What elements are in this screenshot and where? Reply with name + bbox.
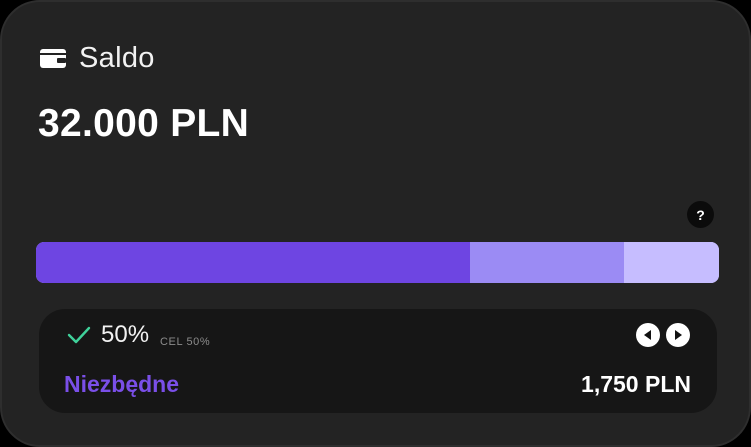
balance-amount: 32.000 PLN: [38, 102, 250, 145]
chevron-left-icon: [644, 330, 651, 340]
progress-bar: [36, 242, 719, 283]
next-button[interactable]: [666, 323, 690, 347]
balance-card: Saldo 32.000 PLN ? 50% CEL 50% Niezbędne…: [0, 0, 751, 447]
progress-segment-2: [470, 242, 625, 283]
goal-label: CEL 50%: [160, 336, 211, 348]
category-name: Niezbędne: [64, 371, 180, 397]
category-amount: 1,750 PLN: [581, 371, 691, 397]
wallet-icon: [40, 49, 66, 68]
check-icon: [67, 326, 91, 344]
progress-percent: 50%: [101, 321, 150, 348]
chevron-right-icon: [675, 330, 682, 340]
previous-button[interactable]: [636, 323, 660, 347]
progress-segment-1: [36, 242, 471, 283]
card-header: Saldo: [39, 40, 155, 76]
progress-segment-3: [624, 242, 719, 283]
card-title: Saldo: [79, 41, 155, 74]
category-detail-panel: 50% CEL 50% Niezbędne 1,750 PLN: [39, 309, 717, 413]
help-icon[interactable]: ?: [687, 201, 714, 228]
